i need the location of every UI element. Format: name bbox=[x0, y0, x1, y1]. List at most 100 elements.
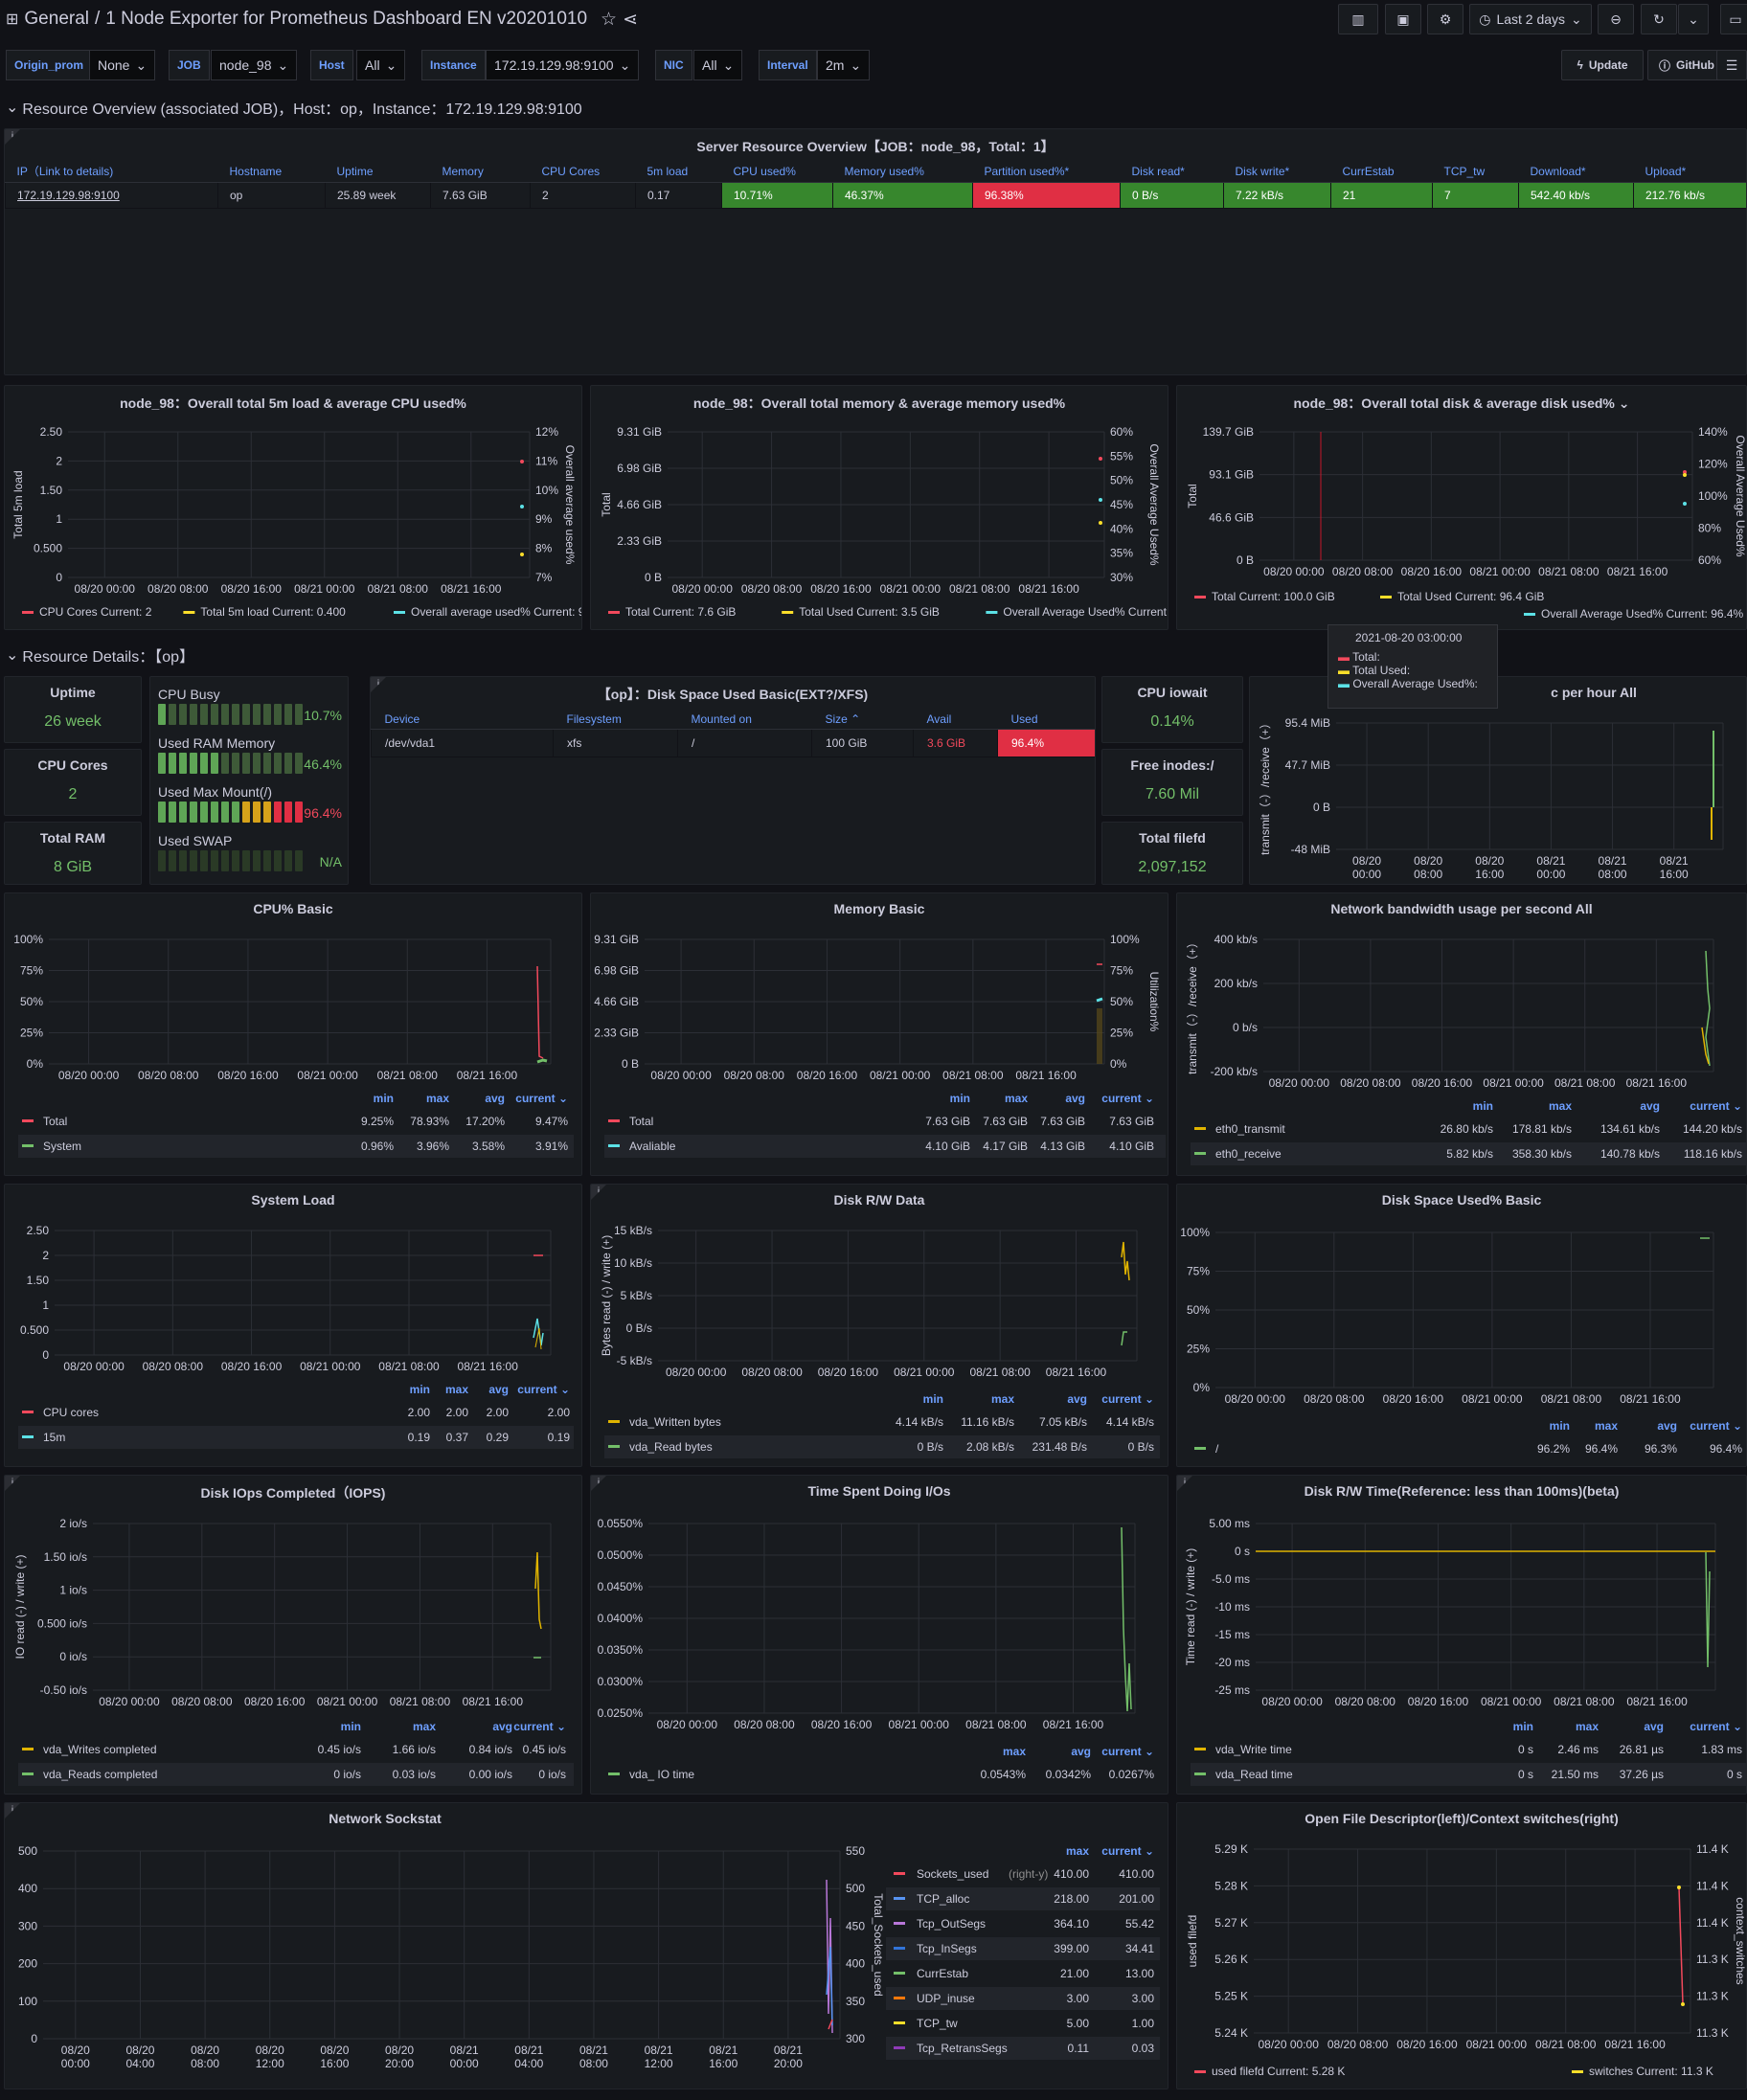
table-header[interactable]: Disk read* bbox=[1120, 160, 1224, 183]
var-label-origin-prom: Origin_prom bbox=[6, 50, 93, 80]
legend-value: 13.00 bbox=[1125, 1967, 1154, 1980]
table-header[interactable]: 5m load bbox=[635, 160, 722, 183]
table-cell[interactable]: 172.19.129.98:9100 bbox=[5, 182, 218, 209]
legend-column-header: min bbox=[923, 1392, 943, 1406]
table-header[interactable]: Upload* bbox=[1633, 160, 1746, 183]
add-panel-button[interactable]: ▥ bbox=[1338, 4, 1378, 34]
table-header[interactable]: TCP_tw bbox=[1432, 160, 1519, 183]
table-header[interactable]: Download* bbox=[1518, 160, 1634, 183]
series-line bbox=[1678, 1886, 1684, 2005]
table-cell: 100 GiB bbox=[811, 729, 914, 757]
breadcrumb-root[interactable]: General bbox=[24, 9, 89, 30]
x-tick-label: 08/20 00:00 bbox=[666, 1366, 727, 1379]
legend-value: 9.47% bbox=[535, 1115, 568, 1128]
refresh-interval-dropdown[interactable]: ⌄ bbox=[1678, 4, 1709, 34]
update-link[interactable]: ϟ Update bbox=[1561, 50, 1644, 80]
legend-series-name: 15m bbox=[43, 1431, 65, 1444]
legend-value: 96.4% bbox=[1585, 1442, 1618, 1456]
legend-entry: Overall average used% Current: 9.5% bbox=[411, 605, 582, 619]
tv-mode-button[interactable]: ▭ bbox=[1720, 4, 1747, 34]
legend-swatch bbox=[1194, 1152, 1206, 1155]
time-picker[interactable]: ◷ Last 2 days ⌄ bbox=[1469, 4, 1592, 34]
x-tick-label: 08/20 00:00 bbox=[650, 1069, 712, 1082]
x-tick-label: 08/20 08:00 bbox=[1335, 1695, 1396, 1708]
menu-button[interactable]: ☰ bbox=[1716, 50, 1747, 80]
share-icon[interactable]: ⋖ bbox=[623, 9, 638, 31]
zoom-out-button[interactable]: ⊖ bbox=[1598, 4, 1634, 34]
y-tick-label: -48 MiB bbox=[1291, 843, 1330, 856]
x-tick-label: 08/20 16:00 bbox=[811, 1718, 873, 1731]
bar-gauge-cells bbox=[158, 802, 303, 823]
star-icon[interactable]: ☆ bbox=[601, 9, 617, 31]
legend-swatch bbox=[608, 1445, 620, 1448]
legend-swatch bbox=[894, 1997, 905, 1999]
legend-column-header: max bbox=[426, 1092, 449, 1105]
settings-button[interactable]: ⚙ bbox=[1427, 4, 1463, 34]
legend-series-name: vda_Read bytes bbox=[629, 1440, 713, 1454]
var-select-origin-prom[interactable]: None ⌄ bbox=[89, 50, 156, 80]
grid-icon[interactable]: ⊞ bbox=[6, 10, 18, 29]
chart-system-load: 2.50 2 1.50 1 0.500 0 08/20 00:00 08/20 08:00 08… bbox=[18, 1224, 574, 1449]
y-tick-label: -0.50 io/s bbox=[40, 1683, 87, 1697]
x-tick-label: 08/20 16:00 bbox=[797, 1069, 858, 1082]
github-link[interactable]: ⓘ GitHub bbox=[1647, 50, 1726, 80]
legend-value: 55.42 bbox=[1125, 1917, 1154, 1931]
table-header[interactable]: Disk write* bbox=[1223, 160, 1331, 183]
var-select-host[interactable]: All ⌄ bbox=[356, 50, 406, 80]
y-tick-label: 1 bbox=[42, 1298, 49, 1312]
legend-entry: CPU Cores Current: 2 bbox=[39, 605, 152, 619]
row-header-overview[interactable]: ⌄ Resource Overview (associated JOB)，Host… bbox=[6, 96, 582, 119]
table-header[interactable]: Used bbox=[997, 710, 1095, 730]
y2-axis-label: Overall Average Used% bbox=[1734, 435, 1747, 557]
y2-tick-label: 55% bbox=[1110, 449, 1133, 463]
legend-value: 0 io/s bbox=[333, 1768, 361, 1781]
table-header[interactable]: CPU Cores bbox=[530, 160, 636, 183]
table-header[interactable]: Uptime bbox=[325, 160, 431, 183]
y-tick-label: 0 B bbox=[622, 1057, 639, 1071]
table-header[interactable]: Device bbox=[371, 710, 554, 730]
legend-series-name: Sockets_used bbox=[917, 1867, 988, 1881]
row-header-details[interactable]: ⌄ Resource Details：【op】 bbox=[6, 644, 194, 666]
x-tick-label: 08/20 16:00 bbox=[1396, 2038, 1458, 2051]
x-tick-label: 08/20 00:00 bbox=[1261, 1695, 1323, 1708]
table-header[interactable]: Hostname bbox=[217, 160, 326, 183]
dashboard-title[interactable]: 1 Node Exporter for Prometheus Dashboard… bbox=[105, 9, 587, 30]
legend-series-name: vda_Reads completed bbox=[43, 1768, 157, 1781]
var-select-nic[interactable]: All ⌄ bbox=[693, 50, 743, 80]
y-tick-label: 0.0500% bbox=[598, 1548, 644, 1562]
chevron-down-icon: ⌄ bbox=[6, 100, 19, 116]
panel-disk-overall: node_98：Overall total disk & average dis… bbox=[1176, 385, 1747, 630]
var-select-job[interactable]: node_98 ⌄ bbox=[211, 50, 298, 80]
legend-value: 0.84 io/s bbox=[469, 1743, 512, 1756]
table-cell: 25.89 week bbox=[325, 182, 431, 209]
legend-value: 26.80 kb/s bbox=[1441, 1122, 1493, 1136]
x-tick-label: 08/20 00:00 bbox=[99, 1695, 160, 1708]
table-header[interactable]: Memory used% bbox=[832, 160, 973, 183]
var-select-interval[interactable]: 2m ⌄ bbox=[817, 50, 871, 80]
table-header[interactable]: Size ⌃ bbox=[811, 710, 914, 730]
legend-value: 0.37 bbox=[446, 1431, 469, 1444]
x-tick-label: 08/21 16:00 bbox=[1015, 1069, 1077, 1082]
legend-value: 37.26 µs bbox=[1620, 1768, 1664, 1781]
table-header[interactable]: IP（Link to details) bbox=[5, 160, 218, 183]
y2-tick-label: 35% bbox=[1110, 547, 1133, 560]
var-select-instance[interactable]: 172.19.129.98:9100 ⌄ bbox=[486, 50, 640, 80]
refresh-button[interactable]: ↻ bbox=[1641, 4, 1677, 34]
chart-disk-iops: 2 io/s 1.50 io/s 1 io/s 0.500 io/s 0 io/s -0.… bbox=[13, 1517, 574, 1786]
table-header[interactable]: Memory bbox=[430, 160, 531, 183]
table-header[interactable]: Mounted on bbox=[677, 710, 812, 730]
legend-swatch bbox=[894, 1897, 905, 1900]
legend-column-header: current ⌄ bbox=[1690, 1720, 1742, 1733]
table-header[interactable]: CurrEstab bbox=[1330, 160, 1433, 183]
x-tick-label: 08/20 16:00 bbox=[217, 1069, 279, 1082]
legend-value: 0.03 io/s bbox=[393, 1768, 436, 1781]
table-header[interactable]: Filesystem bbox=[553, 710, 678, 730]
save-dashboard-button[interactable]: ▣ bbox=[1385, 4, 1421, 34]
legend-value: 0 s bbox=[1727, 1768, 1742, 1781]
y-tick-label: -15 ms bbox=[1214, 1628, 1250, 1641]
table-header[interactable]: Avail bbox=[913, 710, 998, 730]
legend-column-header: current ⌄ bbox=[1101, 1844, 1154, 1858]
table-header[interactable]: Partition used%* bbox=[972, 160, 1121, 183]
legend-column-header: max bbox=[1549, 1099, 1572, 1113]
table-header[interactable]: CPU used% bbox=[721, 160, 833, 183]
